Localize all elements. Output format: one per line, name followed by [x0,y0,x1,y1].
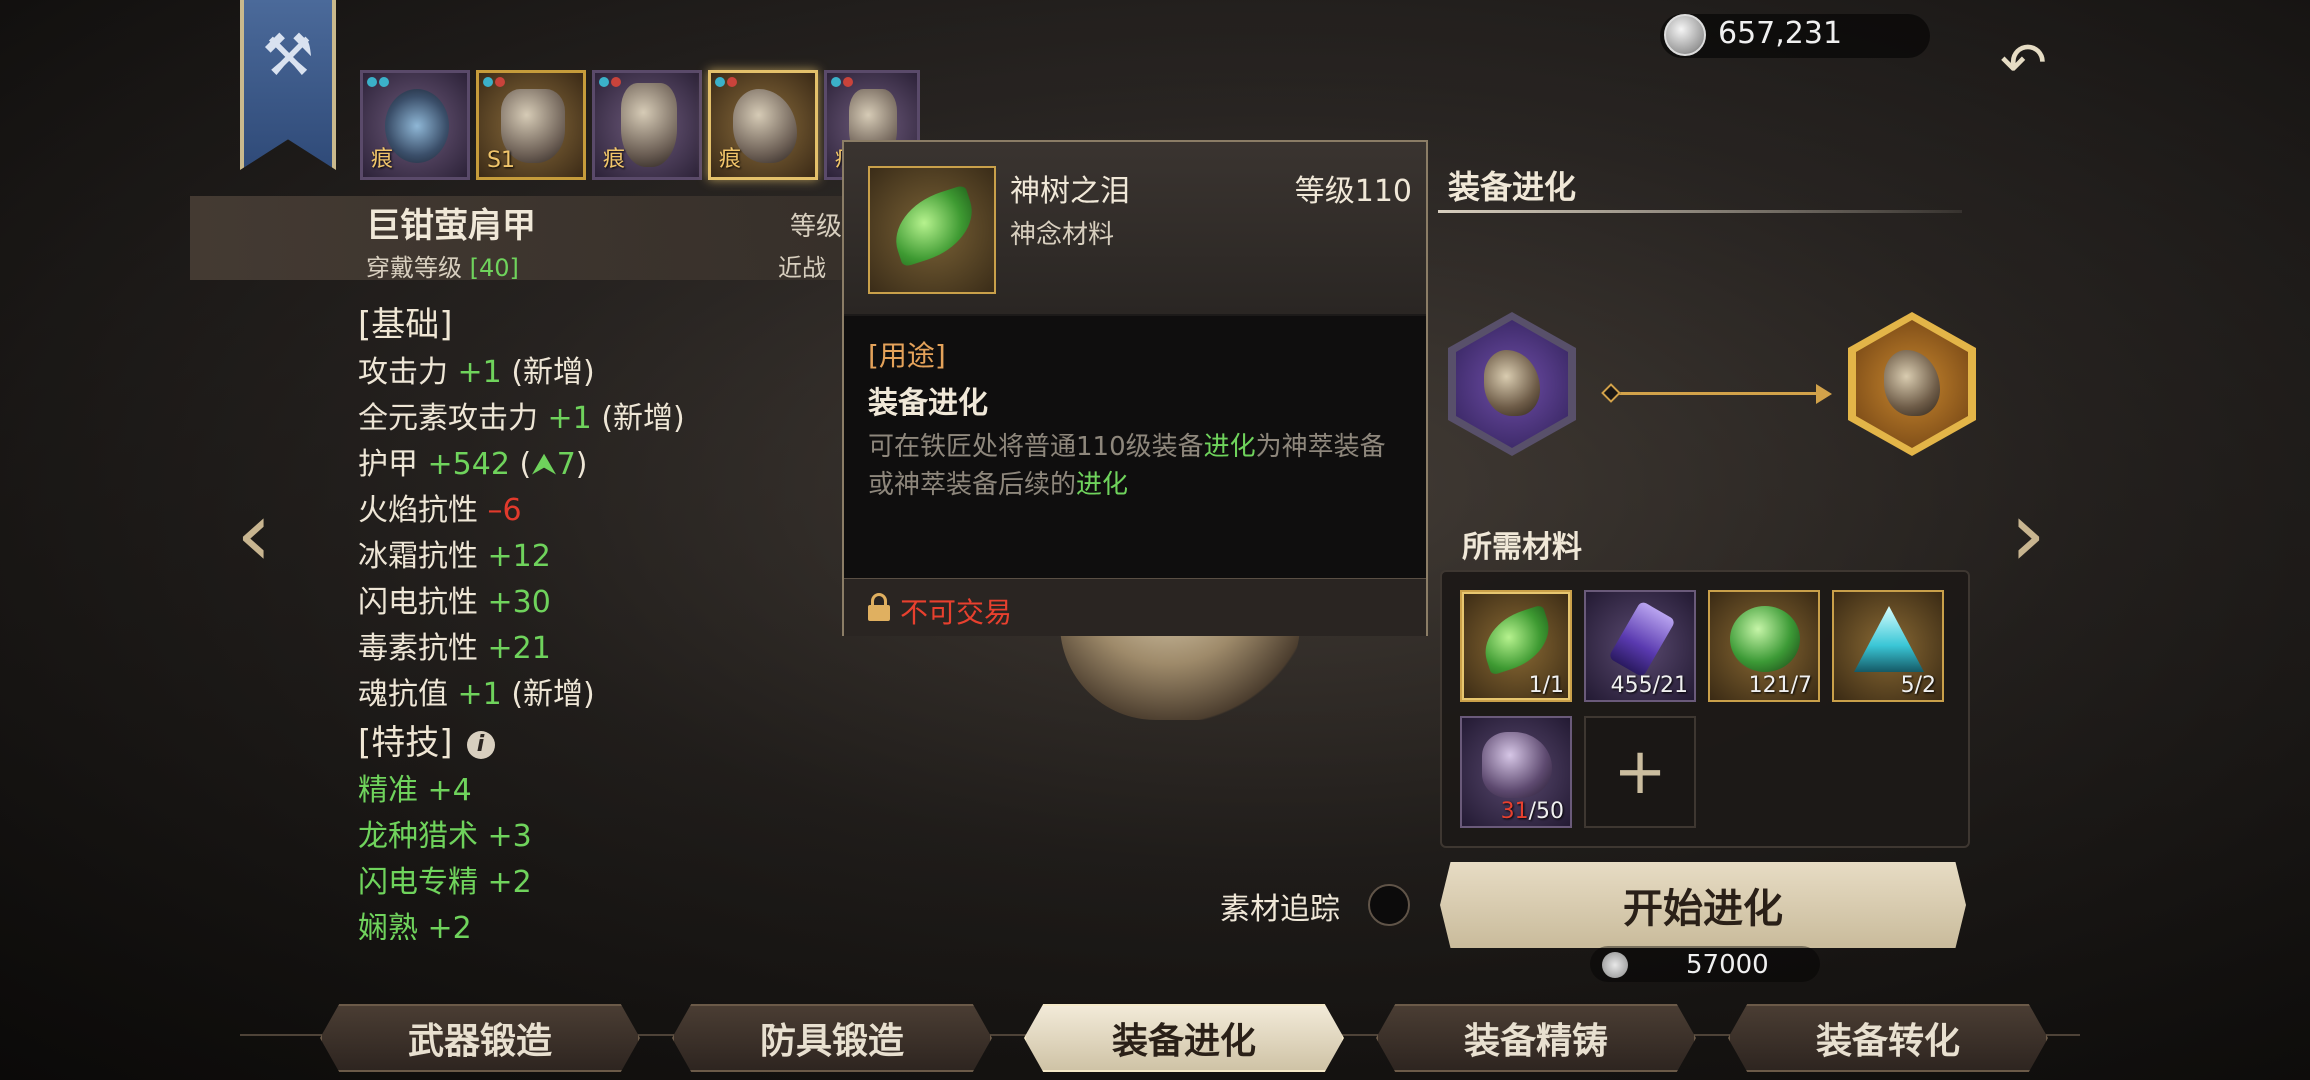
silver-coin-icon [1664,14,1706,56]
evolution-arrow-line [1608,392,1818,395]
material-slot[interactable]: 1/1 [1460,590,1572,702]
tab-equipment-evolution[interactable]: 装备进化 [1024,1004,1344,1072]
material-slot[interactable]: 5/2 [1832,590,1944,702]
currency-amount: 657,231 [1718,16,1843,51]
shard-icon [1854,606,1924,672]
tab-equipment-convert[interactable]: 装备转化 [1728,1004,2048,1072]
tooltip-description: 可在铁匠处将普通110级装备进化为神萃装备或神萃装备后续的进化 [868,432,1386,500]
tooltip-trade-status: 不可交易 [900,596,1013,629]
leaf-icon [884,184,984,268]
material-slot[interactable]: 455/21 [1584,590,1696,702]
skill-row: 龙种猎术 +3 [358,819,532,854]
tab-weapon-forge[interactable]: 武器锻造 [320,1004,640,1072]
silver-coin-icon [1602,952,1628,978]
tooltip-item-name: 神树之泪 [1010,174,1130,209]
tab-equipment-refine[interactable]: 装备精铸 [1376,1004,1696,1072]
evolution-arrow-icon [1816,384,1832,404]
equipment-slot-shoulder[interactable]: 痕 [708,70,818,180]
skill-row: 闪电专精 +2 [358,865,532,900]
skill-row: 娴熟 +2 [358,911,472,940]
orb-icon [1730,606,1800,672]
crystal-icon [1608,600,1676,678]
tooltip-footer: 不可交易 [844,578,1426,636]
lock-icon [868,593,890,621]
tooltip-item-icon [868,166,996,294]
material-count: 121/7 [1748,673,1812,698]
stat-row: 全元素攻击力 +1 (新增) [358,401,685,436]
leaf-icon [1475,604,1559,676]
material-count: 455/21 [1610,673,1688,698]
tooltip-use-label: [用途] [868,339,946,372]
stats-list[interactable]: [基础] 攻击力 +1 (新增) 全元素攻击力 +1 (新增) 护甲 +542 … [358,300,838,940]
tooltip-item-type: 神念材料 [1010,220,1115,250]
item-level-label: 等级 [790,212,843,242]
upgrade-arrow-icon: ⮝7 [531,447,576,482]
stat-row: 攻击力 +1 (新增) [358,355,595,390]
tab-armor-forge[interactable]: 防具锻造 [672,1004,992,1072]
material-count: 31/50 [1500,799,1564,824]
materials-title: 所需材料 [1462,530,1582,565]
material-count: 1/1 [1528,673,1564,698]
material-track-label: 素材追踪 [1220,892,1340,927]
prev-item-arrow-icon[interactable]: ‹ [236,490,272,580]
item-tooltip: 神树之泪 等级110 神念材料 [用途] 装备进化 可在铁匠处将普通110级装备… [842,140,1428,636]
stat-row: 火焰抗性 –6 [358,493,522,528]
slot-tag: 痕 [371,147,394,172]
equipment-slot-weapon[interactable]: 痕 [360,70,470,180]
back-icon[interactable]: ↶ [2000,36,2047,92]
start-evolution-button[interactable]: 开始进化 [1440,862,1966,948]
slot-tag: 痕 [719,147,742,172]
skill-stats-header: [特技] i [358,718,838,768]
material-slot[interactable]: 31/50 [1460,716,1572,828]
material-track-toggle[interactable] [1368,884,1410,926]
stat-row: 冰霜抗性 +12 [358,539,551,574]
item-melee-label: 近战 [778,254,826,282]
stat-row: 毒素抗性 +21 [358,631,551,666]
info-icon[interactable]: i [466,730,495,759]
add-material-button[interactable]: + [1584,716,1696,828]
shoulder-armor-icon [1884,350,1940,416]
slot-tag: S1 [487,148,515,173]
evolution-divider [1438,210,1962,213]
wear-level-label: 穿戴等级 [366,254,462,282]
basic-stats-header: [基础] [358,305,453,345]
next-item-arrow-icon[interactable]: › [2010,490,2046,580]
slot-tag: 痕 [603,147,626,172]
skill-row: 精准 +4 [358,773,472,808]
tooltip-item-level: 等级110 [1294,174,1412,209]
material-count: 5/2 [1900,673,1936,698]
ore-icon [1482,732,1552,798]
stat-row: 护甲 +542 (⮝7) [358,447,588,482]
item-wear-level: 穿戴等级 [40] [366,248,519,283]
stat-row: 闪电抗性 +30 [358,585,551,620]
wear-level-value: [40] [469,254,519,282]
evolution-title: 装备进化 [1448,168,1577,206]
shoulder-armor-icon [1484,350,1540,416]
item-name: 巨钳萤肩甲 [366,206,536,246]
material-slot[interactable]: 121/7 [1708,590,1820,702]
evolution-cost: 57000 [1686,950,1769,980]
stat-row: 魂抗值 +1 (新增) [358,677,595,712]
equipment-slot-helmet[interactable]: S1 [476,70,586,180]
plus-icon: + [1613,735,1667,809]
equipment-slot-chest[interactable]: 痕 [592,70,702,180]
tooltip-use-value: 装备进化 [868,386,988,421]
